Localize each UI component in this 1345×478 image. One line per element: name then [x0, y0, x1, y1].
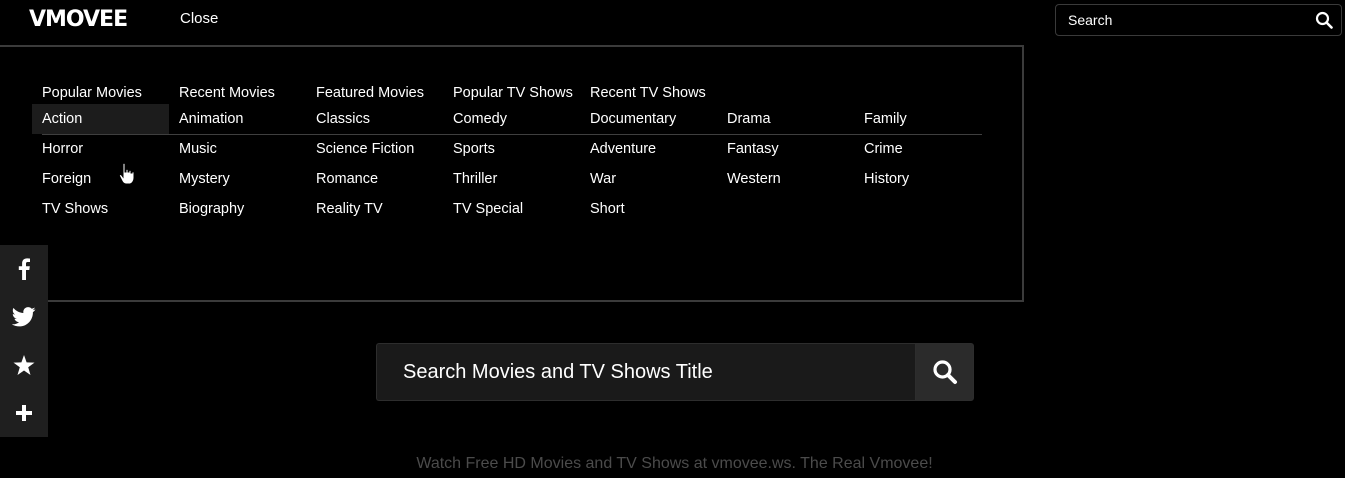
genre-link[interactable]: Classics: [306, 104, 443, 134]
genre-link[interactable]: Comedy: [443, 104, 580, 134]
genre-link[interactable]: Thriller: [443, 164, 580, 194]
genre-link[interactable]: Foreign: [32, 164, 169, 194]
menu-top-links: Popular Movies Recent Movies Featured Mo…: [42, 84, 727, 102]
twitter-icon: [12, 307, 36, 327]
genre-link[interactable]: Fantasy: [717, 134, 854, 164]
main-search-box: [376, 343, 974, 401]
genre-link[interactable]: Action: [32, 104, 169, 134]
footer-tagline: Watch Free HD Movies and TV Shows at vmo…: [416, 455, 933, 472]
main-search-button[interactable]: [915, 343, 974, 401]
share-sidebar: [0, 245, 48, 437]
genre-link[interactable]: Reality TV: [306, 194, 443, 224]
genre-link[interactable]: Animation: [169, 104, 306, 134]
header-search-box: [1055, 4, 1342, 36]
plus-icon: [16, 405, 32, 421]
close-menu-link[interactable]: Close: [180, 10, 218, 28]
genre-grid: Action Animation Classics Comedy Documen…: [32, 104, 991, 224]
genre-link[interactable]: Documentary: [580, 104, 717, 134]
genre-link[interactable]: TV Special: [443, 194, 580, 224]
more-share-button[interactable]: [0, 389, 48, 437]
search-icon: [932, 360, 957, 384]
facebook-icon: [18, 258, 30, 280]
star-icon: [13, 354, 35, 375]
menu-link-recent-tv-shows[interactable]: Recent TV Shows: [590, 84, 727, 102]
genre-link[interactable]: History: [854, 164, 991, 194]
genre-link[interactable]: Drama: [717, 104, 854, 134]
genre-link[interactable]: Family: [854, 104, 991, 134]
genre-link[interactable]: Adventure: [580, 134, 717, 164]
facebook-share-button[interactable]: [0, 245, 48, 293]
menu-link-featured-movies[interactable]: Featured Movies: [316, 84, 453, 102]
twitter-share-button[interactable]: [0, 293, 48, 341]
menu-link-popular-tv-shows[interactable]: Popular TV Shows: [453, 84, 590, 102]
genre-link[interactable]: Music: [169, 134, 306, 164]
menu-link-popular-movies[interactable]: Popular Movies: [42, 84, 179, 102]
genre-link[interactable]: Horror: [32, 134, 169, 164]
header-search-input[interactable]: [1056, 5, 1306, 35]
genre-link[interactable]: Romance: [306, 164, 443, 194]
genre-link[interactable]: War: [580, 164, 717, 194]
main-search-input[interactable]: [376, 343, 916, 401]
search-icon[interactable]: [1315, 11, 1333, 29]
menu-link-recent-movies[interactable]: Recent Movies: [179, 84, 316, 102]
bookmark-share-button[interactable]: [0, 341, 48, 389]
genre-link[interactable]: Biography: [169, 194, 306, 224]
genre-link[interactable]: Sports: [443, 134, 580, 164]
genre-link[interactable]: Mystery: [169, 164, 306, 194]
genre-link[interactable]: Short: [580, 194, 717, 224]
genre-link[interactable]: Western: [717, 164, 854, 194]
site-logo[interactable]: VMOVEE: [29, 6, 128, 34]
genre-link[interactable]: TV Shows: [32, 194, 169, 224]
genre-link[interactable]: Crime: [854, 134, 991, 164]
genre-link[interactable]: Science Fiction: [306, 134, 443, 164]
